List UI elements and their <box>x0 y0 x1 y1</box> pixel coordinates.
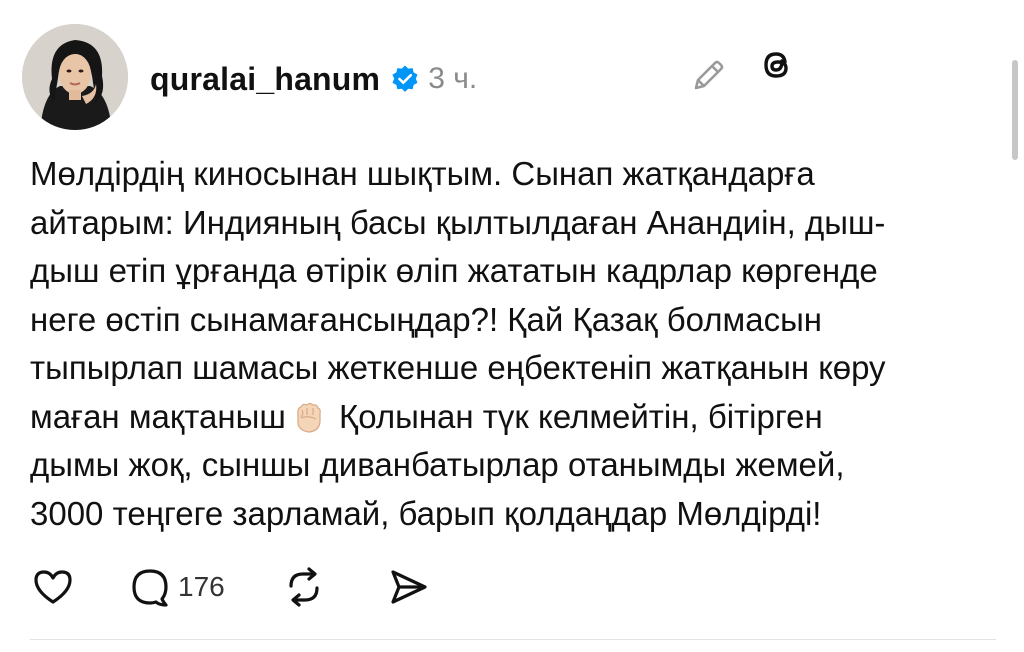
verified-badge-icon <box>390 64 420 94</box>
post-body-line: тыпырлап шамасы жеткенше еңбектеніп жатқ… <box>30 349 886 386</box>
reply-count: 176 <box>178 571 225 602</box>
post-body: Мөлдірдің киносынан шықтым. Сынап жатқан… <box>30 150 990 538</box>
post-body-line-with-emoji: маған мақтаныш Қолынан түк келмейтін, бі… <box>30 393 990 442</box>
threads-logo-icon[interactable] <box>756 45 796 85</box>
username[interactable]: quralai_hanum <box>150 61 380 98</box>
post-body-line: неге өстіп сынамағансыңдар?! Қай Қазақ б… <box>30 300 823 338</box>
post-body-segment: маған мақтаныш <box>30 397 286 435</box>
thread-post: quralai_hanum 3 ч. Мөлдірдің киносынан ш… <box>0 0 1024 652</box>
post-body-line: айтарым: Индияның басы қылтылдаған Ананд… <box>30 203 886 241</box>
post-divider <box>30 639 996 640</box>
scrollbar[interactable] <box>1012 60 1018 160</box>
post-body-line: дыш етіп ұрғанда өтірік өліп жататын кад… <box>30 252 878 289</box>
like-button[interactable] <box>30 564 76 610</box>
share-button[interactable] <box>385 564 431 610</box>
post-header: quralai_hanum 3 ч. <box>150 56 477 102</box>
post-body-line: Мөлдірдің киносынан шықтым. Сынап жатқан… <box>30 155 815 192</box>
post-body-line: 3000 теңгеге зарламай, барып қолдаңдар М… <box>30 494 822 532</box>
post-body-line: дымы жоқ, сыншы диванбатырлар отанымды ж… <box>30 446 845 483</box>
raised-fist-emoji <box>288 396 328 436</box>
post-actions: 176 <box>30 563 431 611</box>
repost-icon <box>289 567 319 607</box>
reply-button[interactable]: 176 <box>128 565 225 609</box>
repost-button[interactable] <box>281 564 327 610</box>
post-timestamp: 3 ч. <box>428 62 478 95</box>
pencil-icon[interactable] <box>688 56 728 96</box>
comment-bubble-icon <box>132 569 168 607</box>
send-icon <box>391 570 427 604</box>
post-body-segment: Қолынан түк келмейтін, бітірген <box>329 397 823 435</box>
avatar-image <box>22 24 128 130</box>
avatar[interactable] <box>22 24 128 130</box>
heart-icon <box>34 570 72 604</box>
